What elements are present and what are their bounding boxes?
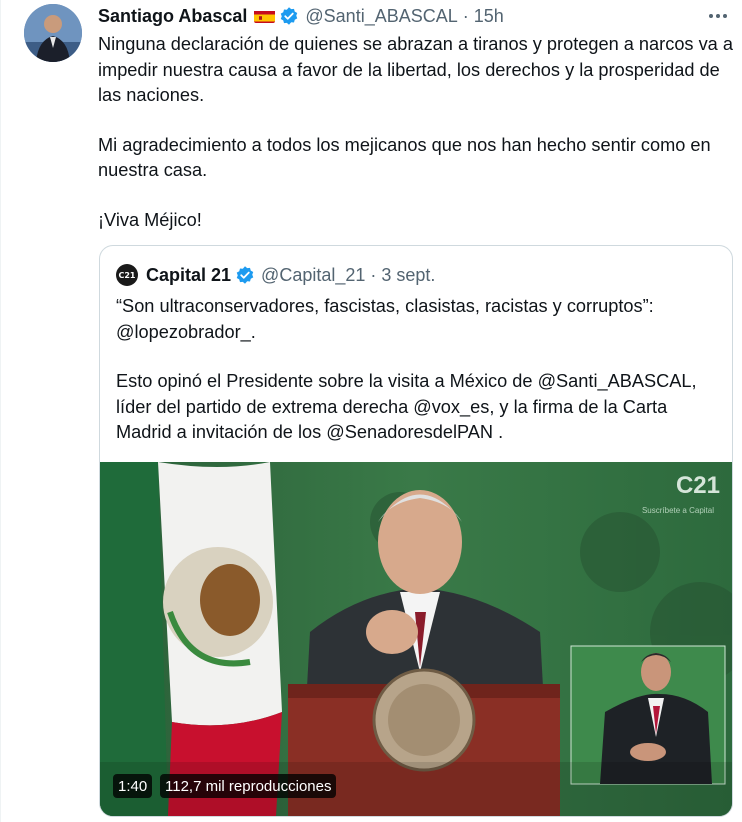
tweet-header: Santiago Abascal @Santi_ABASCAL · 15h <box>98 4 504 28</box>
divider <box>0 0 1 822</box>
tweet-paragraph: Mi agradecimiento a todos los mejicanos … <box>98 134 711 181</box>
quoted-header: C21 Capital 21 @Capital_21 · 3 sept. <box>116 264 435 286</box>
separator-dot: · <box>462 5 469 26</box>
tweet-timestamp[interactable]: 15h <box>474 6 504 27</box>
quoted-avatar[interactable]: C21 <box>116 264 138 286</box>
verified-badge-icon <box>279 6 299 26</box>
tweet-text: Ninguna declaración de quienes se abraza… <box>98 32 738 257</box>
quoted-tweet[interactable]: C21 Capital 21 @Capital_21 · 3 sept. “So… <box>99 245 733 817</box>
quoted-paragraph: Esto opinó el Presidente sobre la visita… <box>116 371 697 442</box>
verified-badge-icon <box>235 265 255 285</box>
avatar-image <box>24 4 82 62</box>
quoted-date[interactable]: 3 sept. <box>381 265 435 286</box>
channel-watermark: C21 <box>675 472 720 499</box>
tweet[interactable]: Santiago Abascal @Santi_ABASCAL · 15h Ni… <box>0 0 742 822</box>
quoted-text: “Son ultraconservadores, fascistas, clas… <box>116 294 726 470</box>
channel-watermark-subtitle: Suscríbete a Capital <box>641 506 714 515</box>
separator-dot: · <box>370 264 377 285</box>
quoted-paragraph: “Son ultraconservadores, fascistas, clas… <box>116 296 654 342</box>
quoted-author-name[interactable]: Capital 21 <box>146 265 231 286</box>
author-handle[interactable]: @Santi_ABASCAL <box>305 6 457 27</box>
avatar[interactable] <box>24 4 82 62</box>
video-duration-badge: 1:40 <box>113 774 153 798</box>
tweet-paragraph: Ninguna declaración de quienes se abraza… <box>98 34 733 105</box>
video-frame <box>100 462 732 816</box>
video-views-badge: 112,7 mil reproducciones <box>160 774 337 798</box>
video-player[interactable]: C21 Suscríbete a Capital 1:40 112,7 mil … <box>100 462 732 816</box>
spain-flag-icon <box>254 9 276 23</box>
more-options-icon[interactable] <box>706 6 730 26</box>
tweet-paragraph: ¡Viva Méjico! <box>98 209 202 230</box>
author-name[interactable]: Santiago Abascal <box>98 6 247 27</box>
quoted-handle[interactable]: @Capital_21 <box>261 265 365 286</box>
